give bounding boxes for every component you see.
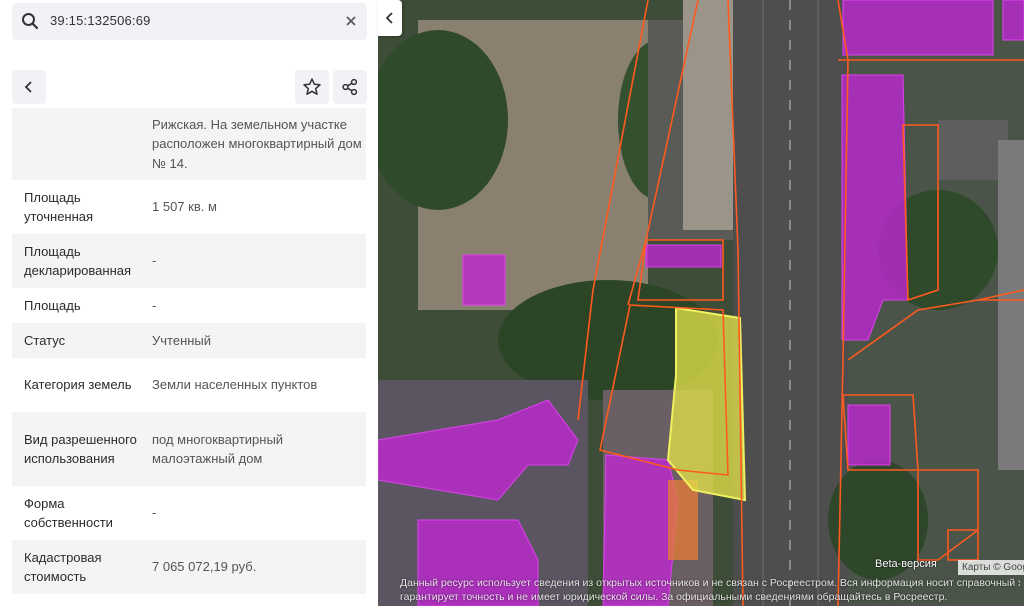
parcel-building[interactable] [1002,0,1024,41]
chevron-left-icon [385,12,393,24]
detail-row-status: Статус Учтенный [12,323,366,358]
parcel-building[interactable] [841,74,909,341]
detail-row-address: Рижская. На земельном участке расположен… [12,108,366,180]
detail-row-area-declared: Площадь декларированная - [12,234,366,288]
detail-value: 7 065 072,19 руб. [152,559,257,575]
detail-value: под многоквартирный малоэтажный дом [152,431,284,467]
info-panel: 39:15:132506:69 Рижская. На земельном уч… [0,0,378,606]
detail-row-cadastral-value: Кадастровая стоимость 7 065 072,19 руб. [12,540,366,594]
detail-label: Площадь декларированная [24,243,132,279]
selected-parcel[interactable] [666,306,747,502]
map-attribution[interactable]: Карты © Google [958,560,1024,575]
detail-row-area-refined: Площадь уточненная 1 507 кв. м [12,180,366,234]
detail-value: 1 507 кв. м [152,199,217,215]
details-table: Рижская. На земельном участке расположен… [12,108,366,594]
parcel-building[interactable] [842,0,994,56]
clear-icon[interactable] [341,11,361,31]
detail-row-land-category: Категория земель Земли населенных пункто… [12,358,366,412]
disclaimer-line: Данный ресурс использует сведения из отк… [400,577,1020,589]
parcel-building[interactable] [645,244,722,268]
detail-value: - [152,253,157,269]
detail-label: Площадь уточненная [24,189,94,225]
detail-value: Учтенный [152,332,212,348]
detail-value: Рижская. На земельном участке расположен… [152,116,362,171]
search-icon[interactable] [21,12,39,30]
share-button[interactable] [333,70,367,104]
search-input[interactable]: 39:15:132506:69 [50,13,151,28]
detail-value: - [152,297,157,313]
disclaimer: Данный ресурс использует сведения из отк… [400,576,1020,604]
favorite-button[interactable] [295,70,329,104]
detail-row-area: Площадь - [12,288,366,323]
detail-label: Форма собственности [24,495,113,531]
parcel-building[interactable] [847,404,891,466]
detail-label: Кадастровая стоимость [24,549,102,585]
search-bar: 39:15:132506:69 [12,3,367,40]
star-icon [303,78,321,95]
back-button[interactable] [12,70,46,104]
satellite-map[interactable] [378,0,1024,606]
map-canvas[interactable] [378,0,1024,606]
share-icon [342,78,358,96]
collapse-panel-button[interactable] [378,0,402,36]
detail-row-permitted-use: Вид разрешенного использования под много… [12,412,366,486]
detail-value: - [152,505,157,521]
detail-row-ownership: Форма собственности - [12,486,366,540]
detail-value: Земли населенных пунктов [152,377,318,393]
parcel-building[interactable] [462,254,506,306]
detail-label: Статус [24,332,66,348]
detail-label: Вид разрешенного использования [24,431,137,467]
arrow-left-icon [24,81,32,93]
detail-label: Категория земель [24,377,132,393]
disclaimer-line: гарантирует точность и не имеет юридичес… [400,591,948,603]
beta-label: Beta-версия [875,558,937,570]
detail-label: Площадь [24,297,81,313]
